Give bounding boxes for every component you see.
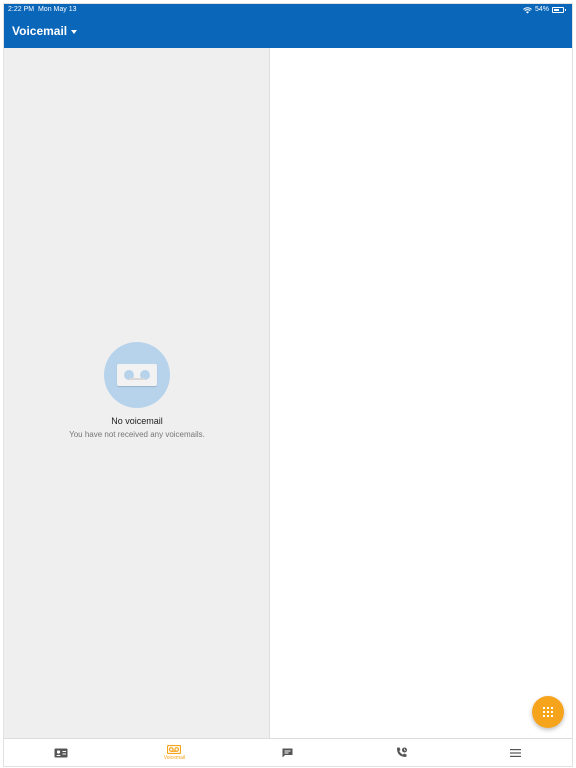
- chevron-down-icon: [71, 29, 78, 34]
- contacts-icon: [54, 748, 68, 757]
- detail-pane: [271, 48, 572, 738]
- battery-percent: 54%: [534, 6, 549, 13]
- empty-state-title: No voicemail: [111, 416, 163, 426]
- call-history-icon: [396, 747, 407, 757]
- tab-chat[interactable]: [231, 739, 345, 766]
- battery-icon: [552, 7, 566, 13]
- chat-icon: [282, 748, 293, 757]
- empty-state: No voicemail You have not received any v…: [4, 342, 270, 439]
- status-date: Mon May 13: [37, 6, 77, 13]
- status-right: 54%: [523, 4, 566, 16]
- tab-menu[interactable]: [458, 739, 572, 766]
- dialpad-icon: [543, 707, 553, 717]
- app-header: Voicemail: [4, 16, 572, 48]
- tab-contacts[interactable]: [4, 739, 118, 766]
- status-left: 2:22 PM Mon May 13: [8, 4, 77, 16]
- tab-bar: Voicemail: [4, 738, 572, 766]
- status-bar: 2:22 PM Mon May 13 54%: [4, 4, 572, 16]
- menu-icon: [509, 748, 521, 757]
- empty-state-subtitle: You have not received any voicemails.: [69, 430, 205, 439]
- dialpad-button[interactable]: [532, 696, 564, 728]
- page-title: Voicemail: [12, 24, 68, 38]
- status-time: 2:22 PM: [8, 6, 35, 13]
- tab-call-history[interactable]: [345, 739, 459, 766]
- wifi-icon: [523, 6, 532, 13]
- voicemail-dropdown[interactable]: Voicemail: [12, 24, 78, 38]
- tab-voicemail-label: Voicemail: [163, 754, 186, 761]
- app-window: 2:22 PM Mon May 13 54% Voicemail No voic…: [4, 4, 572, 766]
- voicemail-list-pane: No voicemail You have not received any v…: [4, 48, 270, 738]
- tab-voicemail[interactable]: Voicemail: [118, 739, 232, 766]
- voicemail-icon: [167, 744, 182, 754]
- voicemail-illustration-icon: [104, 342, 170, 408]
